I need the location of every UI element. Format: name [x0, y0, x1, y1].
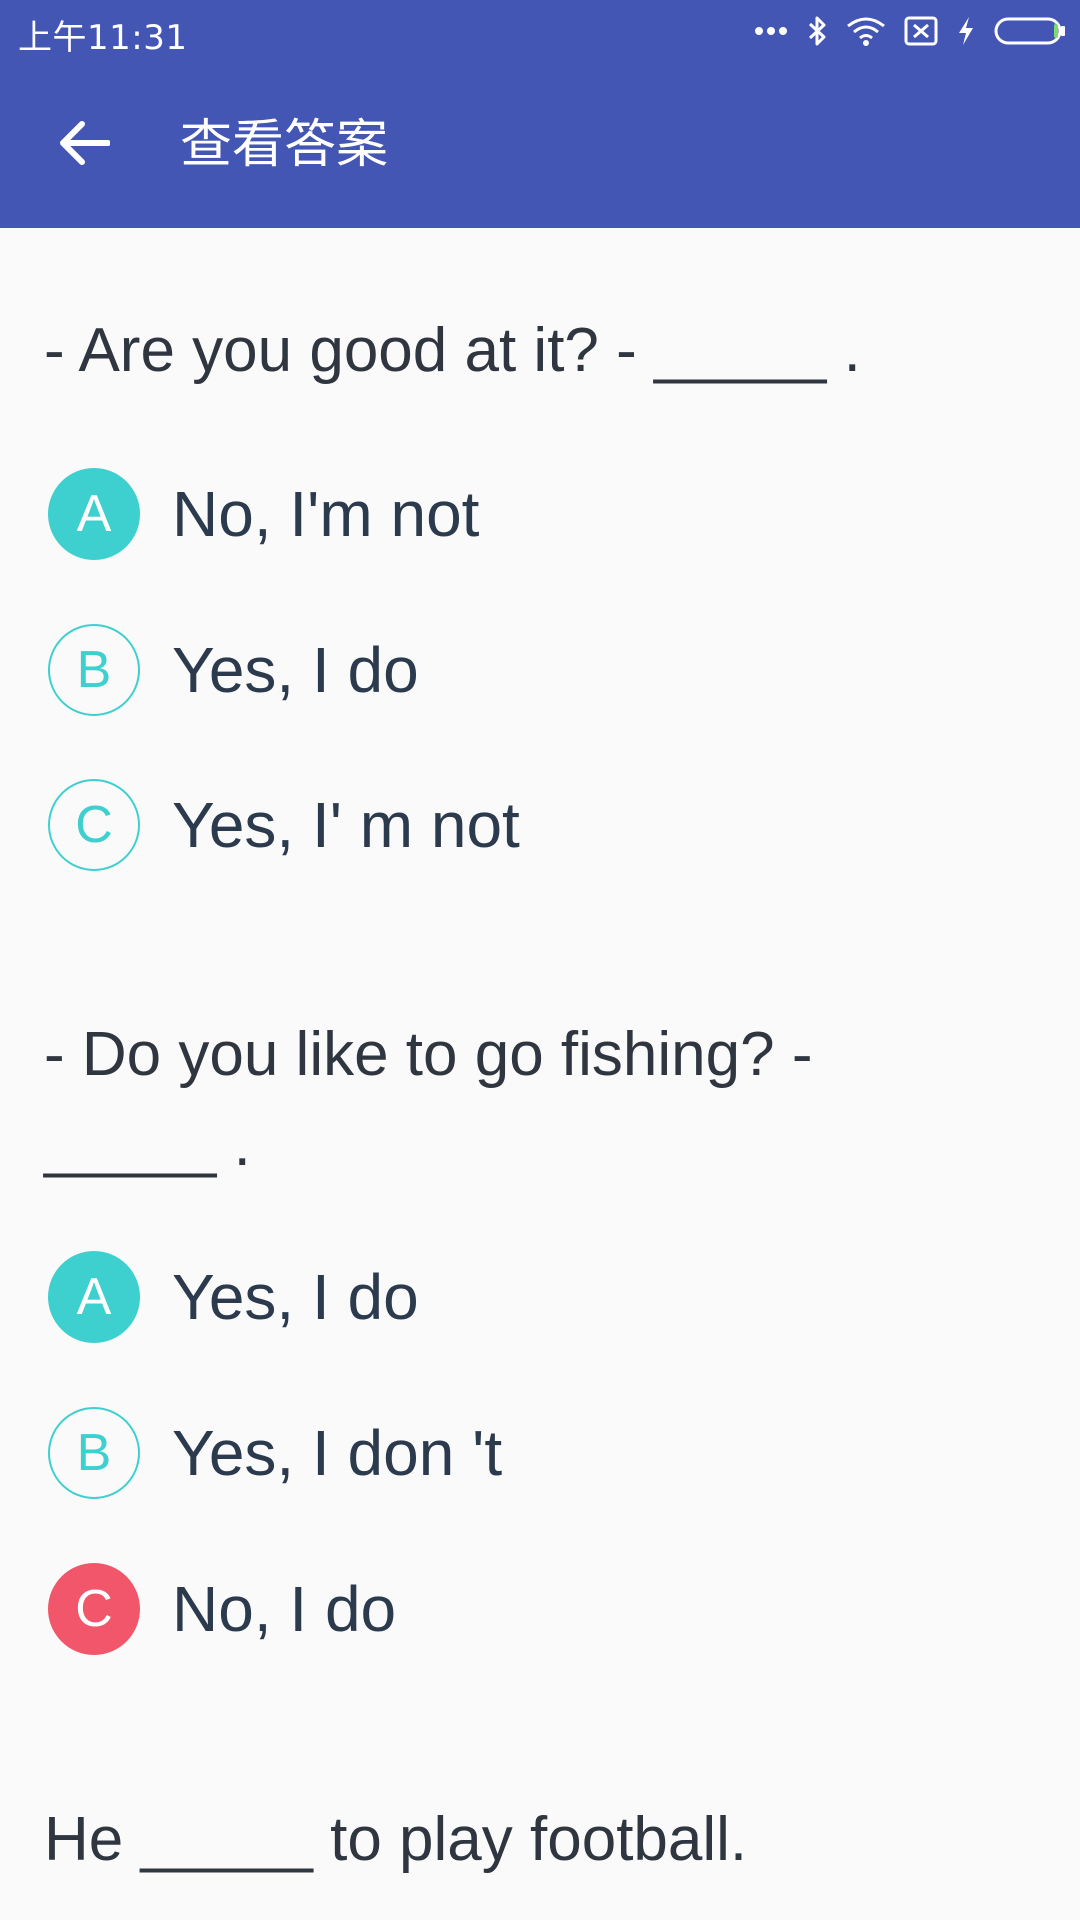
option-text: No, I do [172, 1573, 397, 1645]
arrow-left-icon [58, 120, 111, 171]
option-letter-badge: B [48, 624, 140, 716]
option-text: Yes, I do [172, 634, 419, 706]
option-letter-badge: A [48, 1251, 140, 1343]
more-dots-icon [754, 26, 788, 36]
sim-off-icon [904, 16, 938, 46]
option-letter-badge: A [48, 468, 140, 560]
question-1-option-c[interactable]: C Yes, I' m not [48, 777, 520, 873]
bluetooth-icon [806, 15, 828, 47]
option-letter-badge: B [48, 1407, 140, 1499]
wifi-icon [846, 16, 886, 46]
option-letter-badge: C [48, 779, 140, 871]
battery-icon [994, 16, 1066, 46]
answer-list: - Are you good at it? - _____ . A No, I'… [0, 228, 1080, 1920]
option-text: Yes, I don 't [172, 1417, 503, 1489]
back-button[interactable] [44, 110, 124, 180]
question-1-option-b[interactable]: B Yes, I do [48, 622, 419, 718]
option-text: Yes, I' m not [172, 789, 520, 861]
page-title: 查看答案 [180, 115, 389, 175]
status-time: 上午11:31 [18, 18, 188, 58]
question-2-option-a[interactable]: A Yes, I do [48, 1249, 419, 1345]
charging-icon [956, 15, 976, 47]
status-icons [754, 10, 1066, 52]
question-text: He _____ to play football. [44, 1805, 748, 1874]
app-bar: 查看答案 [0, 62, 1080, 228]
question-text: - Do you like to go fishing? - _____ . [44, 1020, 813, 1179]
option-text: Yes, I do [172, 1261, 419, 1333]
status-bar: 上午11:31 [0, 0, 1080, 62]
option-letter-badge: C [48, 1563, 140, 1655]
question-text: - Are you good at it? - _____ . [44, 316, 861, 385]
question-1-option-a[interactable]: A No, I'm not [48, 466, 479, 562]
option-text: No, I'm not [172, 478, 480, 550]
question-2-option-c[interactable]: C No, I do [48, 1561, 396, 1657]
question-2-option-b[interactable]: B Yes, I don 't [48, 1405, 502, 1501]
